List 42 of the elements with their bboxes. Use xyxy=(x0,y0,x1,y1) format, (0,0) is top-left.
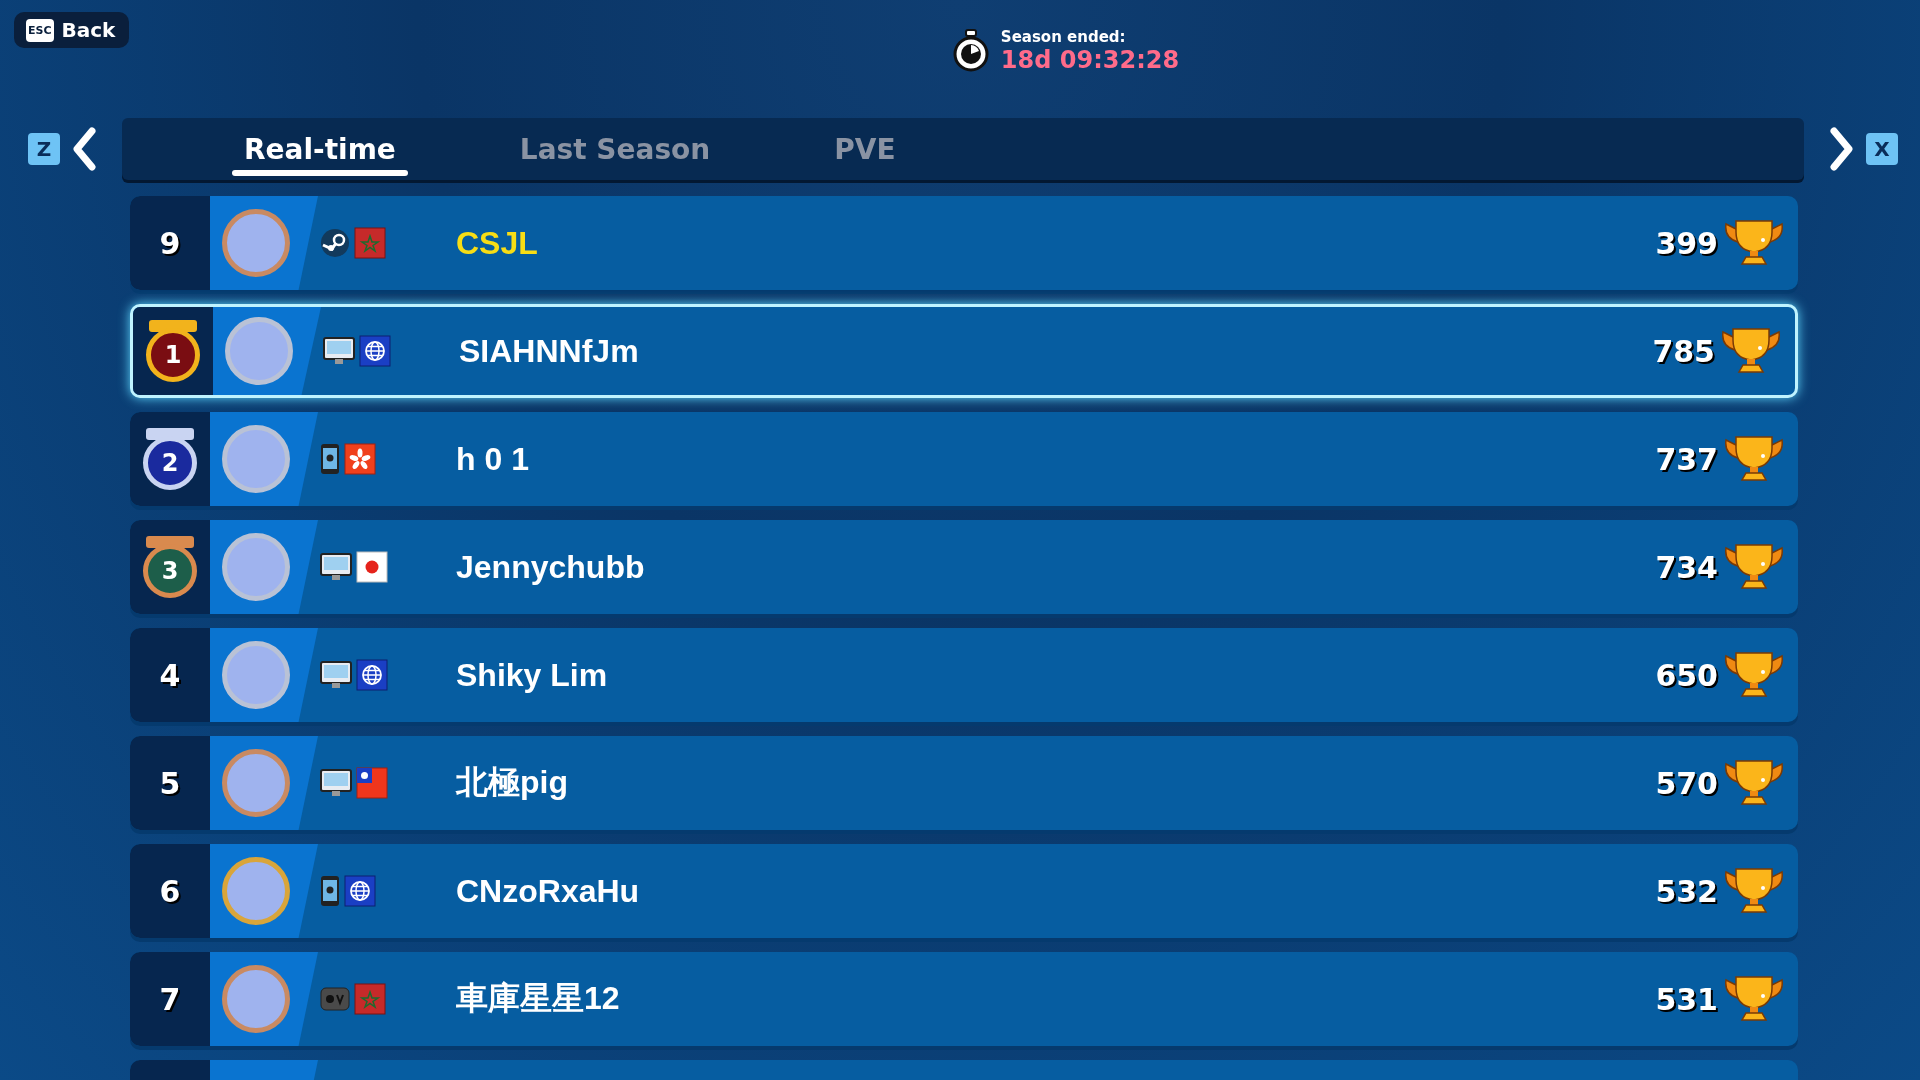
player-name: 北極pig xyxy=(456,763,569,802)
key-hint: Z xyxy=(28,133,60,165)
key-hint: ESC xyxy=(26,18,54,42)
trophy-count: 399 xyxy=(1655,225,1718,261)
player-name: Jennychubb xyxy=(456,548,646,586)
trophy-count: 532 xyxy=(1655,873,1718,909)
trophy-icon xyxy=(1724,218,1784,268)
chevron-right-icon[interactable] xyxy=(1830,127,1854,171)
back-button[interactable]: ESC Back xyxy=(14,12,130,48)
rank-number: 9 xyxy=(159,225,181,261)
rank-number: 4 xyxy=(159,657,181,693)
trophy-count: 785 xyxy=(1652,333,1715,369)
trophy-count: 570 xyxy=(1655,765,1718,801)
player-name: h 0 1 xyxy=(456,440,530,478)
tab[interactable]: PVE xyxy=(822,118,908,180)
back-label: Back xyxy=(61,18,116,42)
rank-number: 6 xyxy=(159,873,181,909)
tab[interactable]: Real-time xyxy=(232,118,408,180)
player-name: CNzoRxaHu xyxy=(456,872,641,910)
trophy-count: 531 xyxy=(1655,981,1718,1017)
trophy-icon xyxy=(1724,866,1784,916)
tab[interactable]: Last Season xyxy=(507,118,723,180)
trophy-icon xyxy=(1724,758,1784,808)
chevron-left-icon[interactable] xyxy=(72,127,96,171)
countdown-timer: 18d 09:32:28 xyxy=(1000,46,1180,74)
trophy-count: 650 xyxy=(1655,657,1718,693)
key-hint: X xyxy=(1866,133,1898,165)
player-name: CSJL xyxy=(456,224,539,262)
trophy-icon xyxy=(1724,974,1784,1024)
trophy-icon xyxy=(1724,542,1784,592)
rank-number: 5 xyxy=(159,765,181,801)
trophy-icon xyxy=(1724,434,1784,484)
trophy-count: 737 xyxy=(1655,441,1718,477)
timer-label: Season ended: xyxy=(1000,28,1127,46)
trophy-icon xyxy=(1721,326,1781,376)
trophy-count: 734 xyxy=(1655,549,1718,585)
player-name: SIAHNNfJm xyxy=(459,332,640,370)
trophy-icon xyxy=(1724,650,1784,700)
rank-number: 7 xyxy=(159,981,181,1017)
player-name: Shiky Lim xyxy=(456,656,609,694)
player-name: 車庫星星12 xyxy=(456,979,621,1018)
leaderboard-row[interactable]: 1 SIAHNNfJm 785 xyxy=(130,304,1798,398)
